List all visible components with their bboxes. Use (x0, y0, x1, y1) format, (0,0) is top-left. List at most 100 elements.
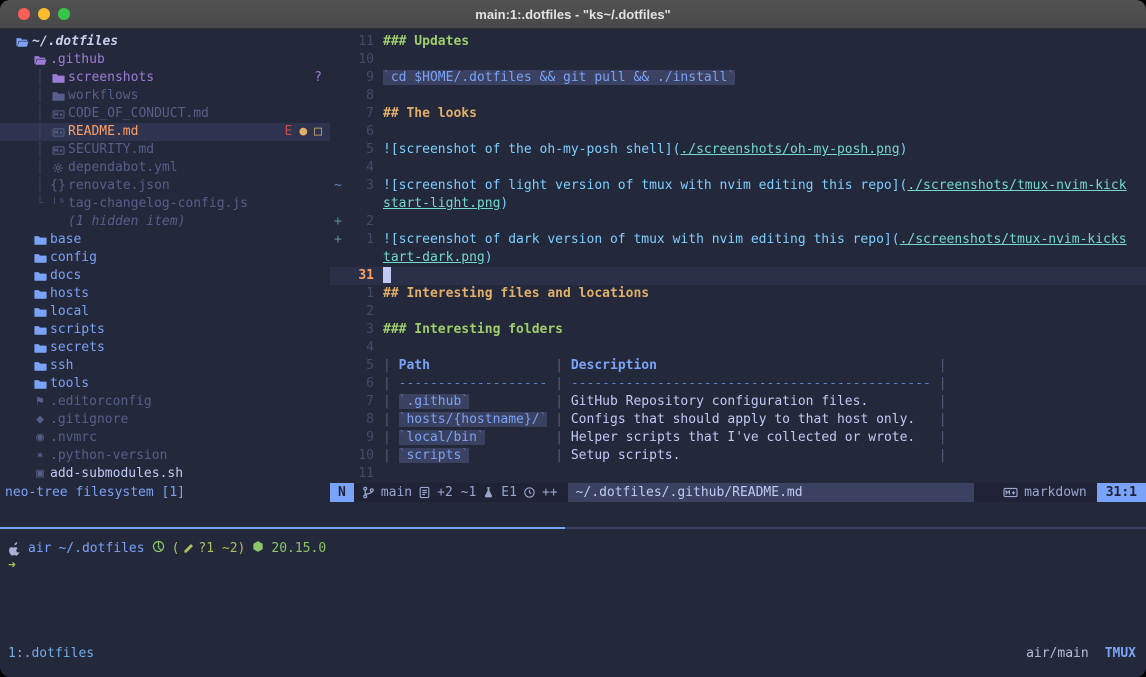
tree-item-label: SECURITY.md (68, 141, 154, 159)
folder-icon (32, 321, 48, 339)
tree-item-scripts[interactable]: scripts (0, 321, 330, 339)
tree-item-docs[interactable]: docs (0, 267, 330, 285)
editor-line[interactable]: 9 `cd $HOME/.dotfiles && git pull && ./in… (330, 69, 1146, 87)
file-type-icon (50, 141, 66, 159)
tree-item-dependabot.yml[interactable]: │dependabot.yml (0, 159, 330, 177)
tree-item-.editorconfig[interactable]: ⚑.editorconfig (0, 393, 330, 411)
editor-line[interactable]: 11 (330, 465, 1146, 483)
tree-item-label: tools (50, 375, 89, 393)
editor-line[interactable]: +1![screenshot of dark version of tmux w… (330, 231, 1146, 249)
editor-line[interactable]: 6| ------------------- | ---------------… (330, 375, 1146, 393)
editor-line[interactable]: 4 (330, 339, 1146, 357)
editor-line-text: | `.github` | GitHub Repository configur… (383, 393, 947, 411)
tree-item-config[interactable]: config (0, 249, 330, 267)
tree-item-workflows[interactable]: │workflows (0, 87, 330, 105)
tree-item-readme.md[interactable]: │README.mdE●□ (0, 123, 330, 141)
tree-item-ssh[interactable]: ssh (0, 357, 330, 375)
prompt-char[interactable]: ➜ (8, 557, 16, 575)
editor-line[interactable]: 7| `.github` | GitHub Repository configu… (330, 393, 1146, 411)
tree-item--.dotfiles[interactable]: ~/.dotfiles (0, 33, 330, 51)
folder-icon (32, 231, 48, 249)
tree-item-hosts[interactable]: hosts (0, 285, 330, 303)
tree-indent-guide: │ (36, 123, 44, 141)
git-change-counts: +2 ~1 (437, 485, 476, 500)
editor-line[interactable]: 8| `hosts/{hostname}/` | Configs that sh… (330, 411, 1146, 429)
git-status-badges: ? (314, 69, 322, 87)
editor-line-text: tart-dark.png) (383, 249, 493, 267)
line-number: 9 (348, 69, 374, 87)
file-path[interactable]: ~/.dotfiles/.github/README.md (568, 483, 974, 502)
tree-item-label: dependabot.yml (68, 159, 178, 177)
pencil-icon (183, 543, 194, 554)
line-number: 6 (348, 123, 374, 141)
editor-line-text: `cd $HOME/.dotfiles && git pull && ./ins… (383, 69, 735, 87)
editor-line[interactable]: 1## Interesting files and locations (330, 285, 1146, 303)
editor-line[interactable]: 8 (330, 87, 1146, 105)
tmux-window-name[interactable]: 1:.dotfiles (8, 645, 94, 663)
tree-item-screenshots[interactable]: │screenshots? (0, 69, 330, 87)
editor-line[interactable]: 9| `local/bin` | Helper scripts that I'v… (330, 429, 1146, 447)
editor-line[interactable]: 10 (330, 51, 1146, 69)
tree-indent-guide: └ (36, 195, 44, 213)
editor-line[interactable]: 31 (330, 267, 1146, 285)
tree-item-secrets[interactable]: secrets (0, 339, 330, 357)
tree-item-code-of-conduct.md[interactable]: │CODE_OF_CONDUCT.md (0, 105, 330, 123)
editor-line[interactable]: 5![screenshot of the oh-my-posh shell](.… (330, 141, 1146, 159)
editor-line[interactable]: 5| Path | Description | (330, 357, 1146, 375)
editor-line[interactable]: 2 (330, 303, 1146, 321)
editor-line[interactable]: start-light.png) (330, 195, 1146, 213)
tree-item-.nvmrc[interactable]: ◉.nvmrc (0, 429, 330, 447)
editor-pane[interactable]: 11### Updates 10 9 `cd $HOME/.dotfiles &&… (330, 28, 1146, 483)
gutter-sign (330, 33, 348, 51)
folder-open-icon (32, 51, 48, 69)
line-number: 6 (348, 375, 374, 393)
tmux-status-bar: 1:.dotfiles air/main TMUX (0, 645, 1146, 663)
titlebar[interactable]: main:1:.dotfiles - "ks~/.dotfiles" (0, 0, 1146, 29)
zoom-window-button[interactable] (58, 8, 70, 20)
tree-item-base[interactable]: base (0, 231, 330, 249)
tree-item-label: config (50, 249, 97, 267)
tree-item-.gitignore[interactable]: ◆.gitignore (0, 411, 330, 429)
tree-item-.python-version[interactable]: ✶.python-version (0, 447, 330, 465)
tree-item-tools[interactable]: tools (0, 375, 330, 393)
gutter-sign (330, 141, 348, 159)
tree-item-security.md[interactable]: │SECURITY.md (0, 141, 330, 159)
editor-line[interactable]: ~3![screenshot of light version of tmux … (330, 177, 1146, 195)
gutter-sign (330, 429, 348, 447)
editor-line-text: | Path | Description | (383, 357, 947, 375)
vim-mode-badge: N (330, 483, 354, 502)
tree-item-label: docs (50, 267, 81, 285)
tree-item-label: CODE_OF_CONDUCT.md (68, 105, 209, 123)
file-type-icon: ▣ (32, 465, 48, 483)
line-number: 31 (348, 267, 374, 285)
tree-item-local[interactable]: local (0, 303, 330, 321)
folder-icon (32, 339, 48, 357)
tree-item-add-submodules.sh[interactable]: ▣add-submodules.sh (0, 465, 330, 483)
diagnostics-count: E1 (501, 485, 517, 500)
tmux-pane-separator-active[interactable] (0, 527, 565, 529)
editor-line[interactable]: 4 (330, 159, 1146, 177)
close-window-button[interactable] (18, 8, 30, 20)
editor-line[interactable]: +2 (330, 213, 1146, 231)
folder-icon (32, 375, 48, 393)
line-number: 5 (348, 141, 374, 159)
tree-item-tag-changelog-config.js[interactable]: └ʲˢtag-changelog-config.js (0, 195, 330, 213)
tree-item--1-hidden-item-[interactable]: (1 hidden item) (0, 213, 330, 231)
tree-item-renovate.json[interactable]: │{}renovate.json (0, 177, 330, 195)
tree-item-label: secrets (50, 339, 105, 357)
folder-icon (32, 249, 48, 267)
tree-item-.github[interactable]: .github (0, 51, 330, 69)
folder-icon (32, 303, 48, 321)
editor-line[interactable]: 6 (330, 123, 1146, 141)
minimize-window-button[interactable] (38, 8, 50, 20)
file-type-icon: ◆ (32, 411, 48, 429)
line-number: 10 (348, 51, 374, 69)
editor-line[interactable]: 7## The looks (330, 105, 1146, 123)
editor-line[interactable]: 3### Interesting folders (330, 321, 1146, 339)
tmux-pane-separator[interactable] (565, 527, 1146, 529)
editor-line[interactable]: 11### Updates (330, 33, 1146, 51)
editor-line[interactable]: 10| `scripts` | Setup scripts. | (330, 447, 1146, 465)
gutter-sign (330, 195, 348, 213)
editor-line[interactable]: tart-dark.png) (330, 249, 1146, 267)
tree-item-label: .nvmrc (50, 429, 97, 447)
